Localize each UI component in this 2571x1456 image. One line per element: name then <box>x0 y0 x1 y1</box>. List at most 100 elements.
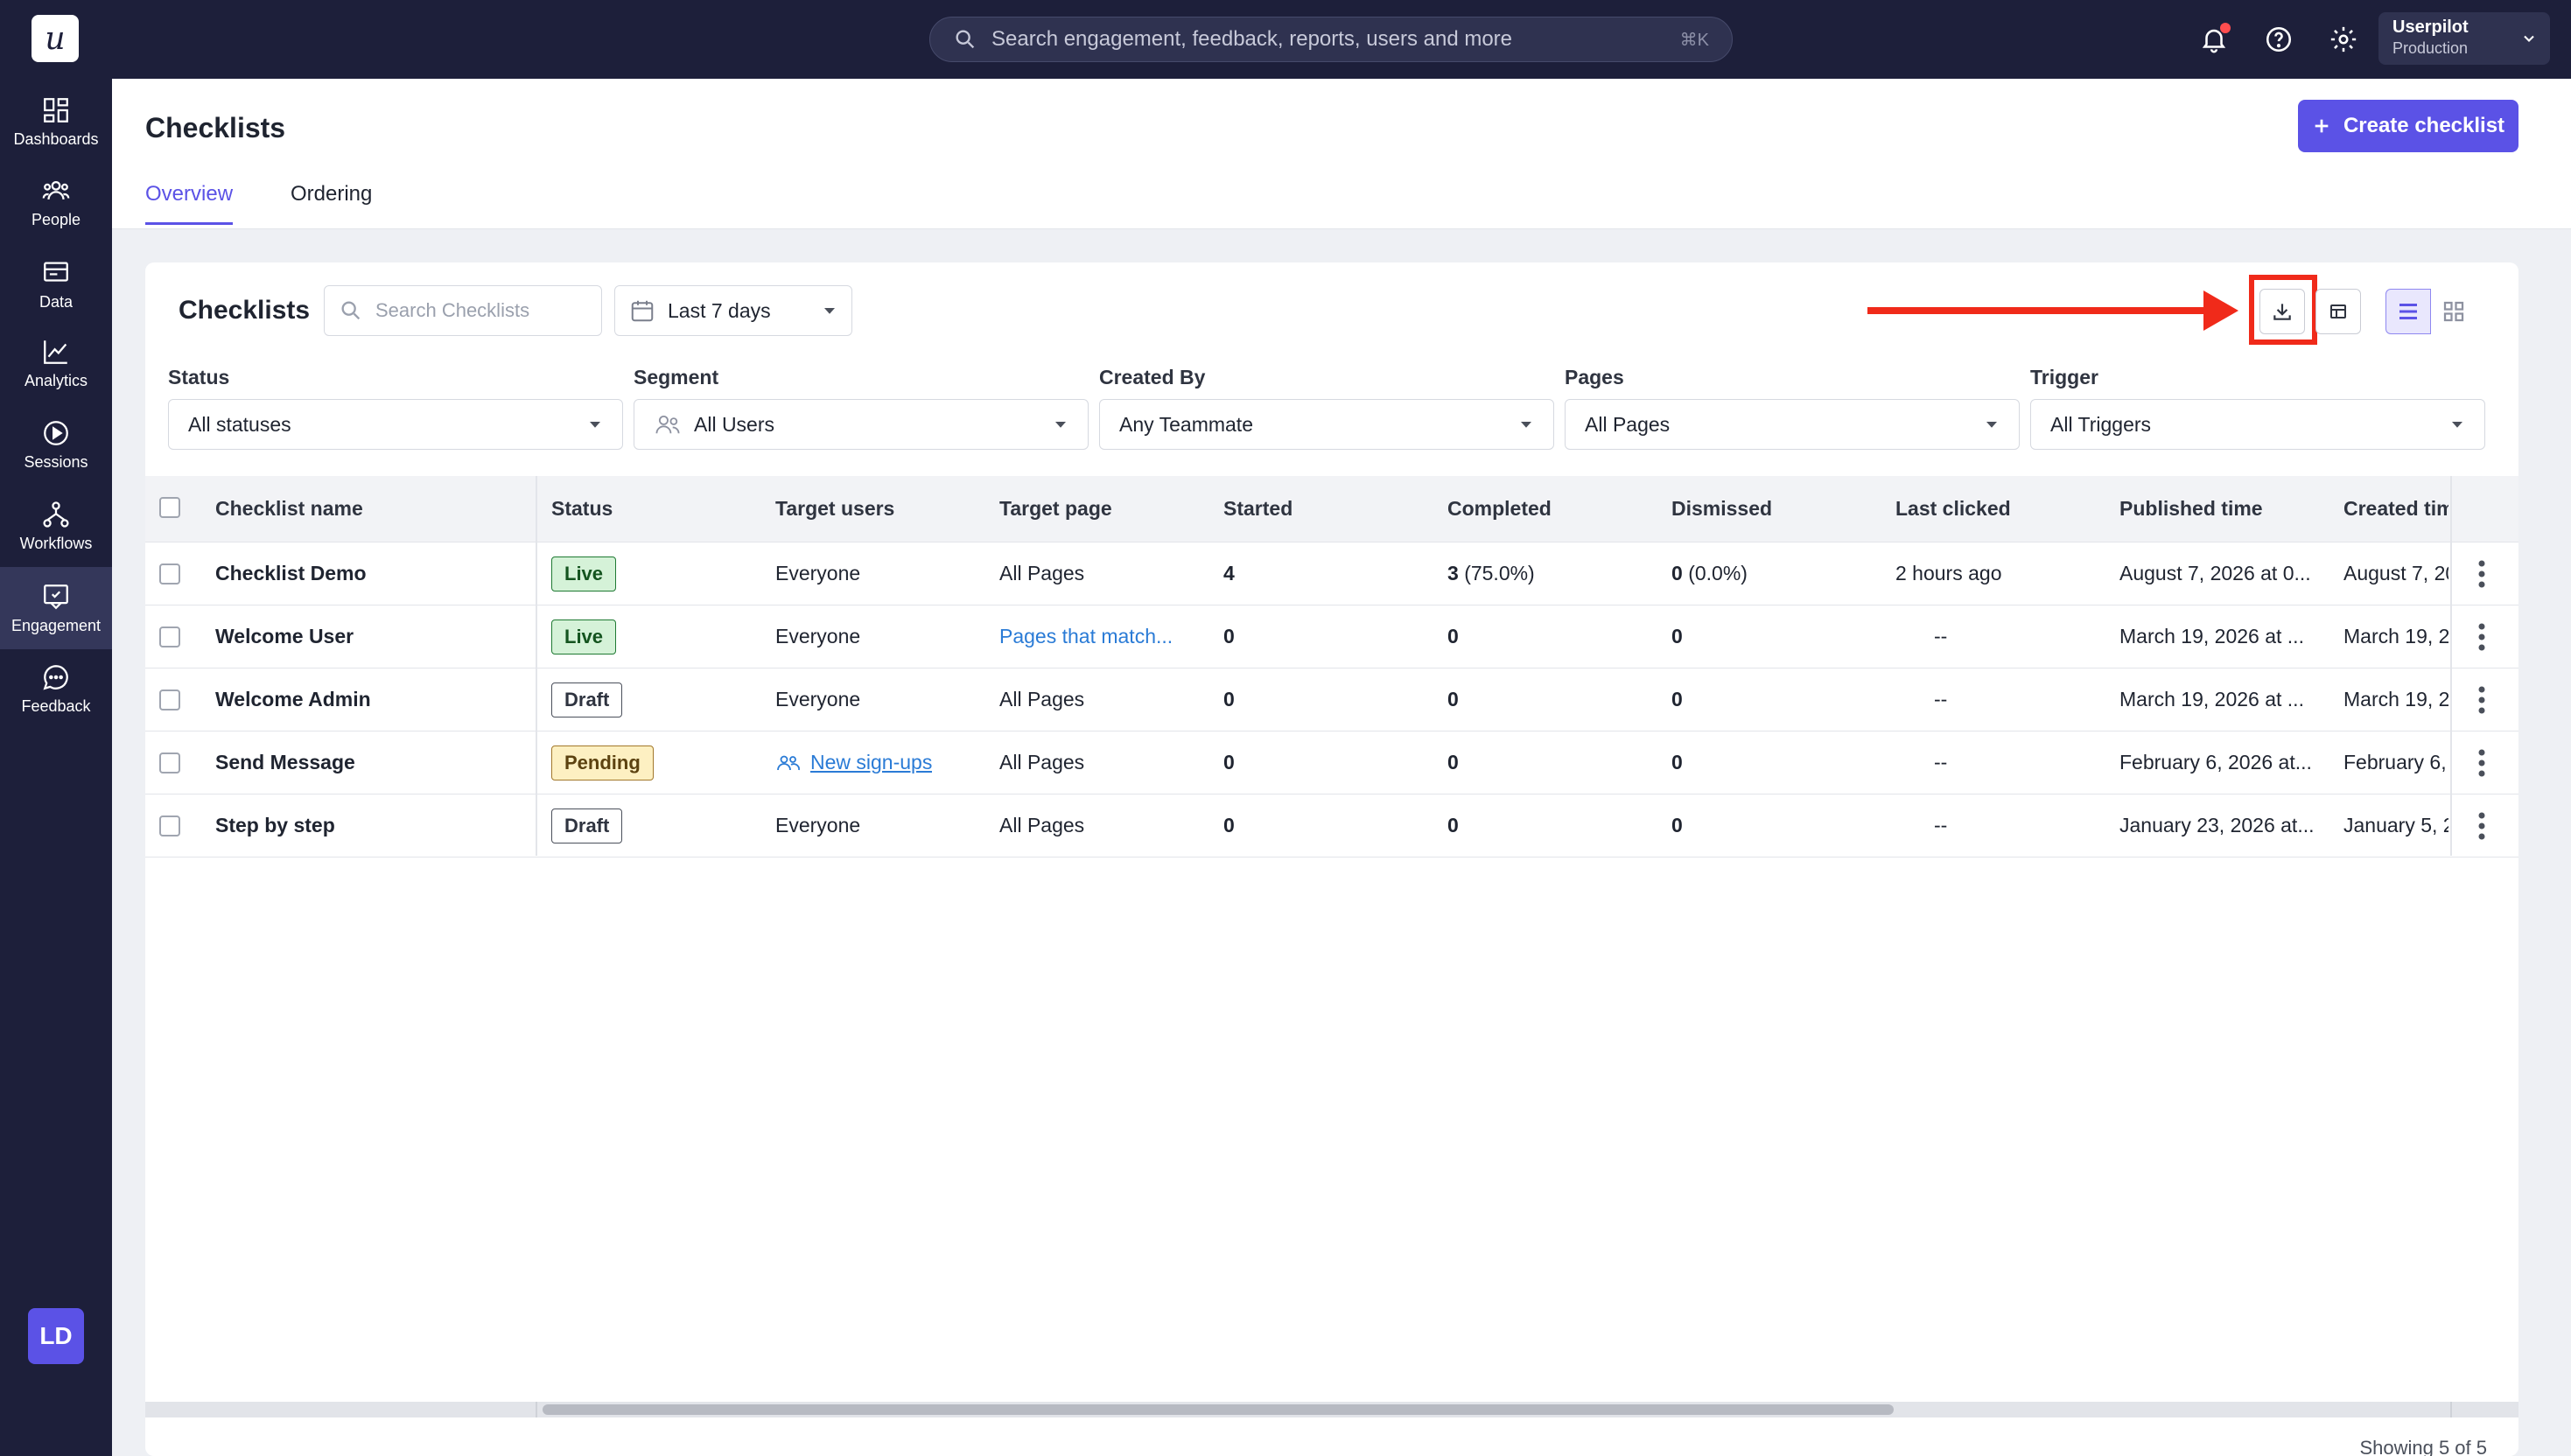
checklist-name[interactable]: Checklist Demo <box>215 562 367 585</box>
status-badge: Draft <box>551 808 623 844</box>
table-row[interactable]: Welcome User Live Everyone Pages that ma… <box>145 606 2518 668</box>
sidebar-item-label: People <box>31 210 81 228</box>
table-row[interactable]: Checklist Demo Live Everyone All Pages 4… <box>145 542 2518 606</box>
sidebar-item-label: Engagement <box>11 616 102 634</box>
sidebar-item-data[interactable]: Data <box>0 247 112 322</box>
create-checklist-button[interactable]: Create checklist <box>2298 100 2518 152</box>
created-by-filter-select[interactable]: Any Teammate <box>1099 399 1554 450</box>
segment-link[interactable]: New sign-ups <box>810 751 932 774</box>
started-count: 0 <box>1223 751 1235 774</box>
row-checkbox[interactable] <box>159 752 180 774</box>
target-page-link[interactable]: Pages that match... <box>999 625 1192 648</box>
column-header-status[interactable]: Status <box>551 497 613 521</box>
search-icon <box>956 30 975 49</box>
checklist-name[interactable]: Step by step <box>215 814 335 837</box>
export-download-button[interactable] <box>2259 289 2305 334</box>
column-header-name[interactable]: Checklist name <box>215 497 363 521</box>
grid-icon <box>2443 301 2464 322</box>
column-header-target-page[interactable]: Target page <box>999 497 1112 521</box>
published-time: March 19, 2026 at ... <box>2119 688 2304 710</box>
status-filter-select[interactable]: All statuses <box>168 399 623 450</box>
sidebar-item-label: Feedback <box>21 696 91 715</box>
filter-label-created-by: Created By <box>1099 366 1206 388</box>
column-header-published-time[interactable]: Published time <box>2119 497 2263 521</box>
userpilot-logo[interactable]: u <box>32 15 79 62</box>
grid-view-toggle[interactable] <box>2431 289 2476 334</box>
status-badge: Live <box>551 556 617 592</box>
create-checklist-label: Create checklist <box>2343 114 2505 137</box>
columns-button[interactable] <box>2315 289 2361 334</box>
target-page: All Pages <box>999 751 1085 774</box>
sidebar-item-dashboards[interactable]: Dashboards <box>0 84 112 159</box>
help-icon <box>2266 26 2292 52</box>
global-search-input[interactable]: Search engagement, feedback, reports, us… <box>929 17 1733 62</box>
help-button[interactable] <box>2260 21 2297 58</box>
column-header-target-users[interactable]: Target users <box>775 497 894 521</box>
column-header-last-clicked[interactable]: Last clicked <box>1895 497 2011 521</box>
created-time: March 19, 2 <box>2343 688 2448 710</box>
page-header: Checklists Create checklist Overview Ord… <box>112 79 2571 229</box>
top-bar: u Search engagement, feedback, reports, … <box>0 0 2571 79</box>
more-options-icon[interactable] <box>2476 558 2487 590</box>
calendar-icon <box>631 300 654 322</box>
column-header-created-time[interactable]: Created tim <box>2343 497 2448 521</box>
sidebar-item-workflows[interactable]: Workflows <box>0 488 112 564</box>
notifications-button[interactable] <box>2196 21 2232 58</box>
sidebar-item-sessions[interactable]: Sessions <box>0 407 112 482</box>
tab-ordering[interactable]: Ordering <box>291 182 372 222</box>
filter-label-segment: Segment <box>634 366 719 388</box>
sidebar: Dashboards People Data Analytics Session… <box>0 79 112 1456</box>
account-name: Userpilot <box>2392 18 2469 37</box>
checklists-card: Checklists Search Checklists Last 7 days… <box>145 262 2518 1456</box>
column-header-started[interactable]: Started <box>1223 497 1293 521</box>
search-shortcut: ⌘K <box>1679 30 1709 50</box>
more-options-icon[interactable] <box>2476 684 2487 716</box>
row-checkbox[interactable] <box>159 564 180 584</box>
segment-filter-select[interactable]: All Users <box>634 399 1089 450</box>
sidebar-item-feedback[interactable]: Feedback <box>0 651 112 726</box>
created-time: March 19, 2 <box>2343 625 2448 648</box>
dismissed-count: 0 (0.0%) <box>1671 562 1748 585</box>
list-view-toggle[interactable] <box>2385 289 2431 334</box>
column-header-dismissed[interactable]: Dismissed <box>1671 497 1772 521</box>
row-checkbox[interactable] <box>159 816 180 836</box>
more-options-icon[interactable] <box>2476 747 2487 779</box>
date-range-select[interactable]: Last 7 days <box>614 285 852 336</box>
dismissed-value: 0 <box>1671 562 1683 584</box>
more-options-icon[interactable] <box>2476 810 2487 842</box>
table-row[interactable]: Welcome Admin Draft Everyone All Pages 0… <box>145 668 2518 732</box>
select-all-checkbox[interactable] <box>159 497 180 518</box>
sidebar-item-label: Analytics <box>24 371 88 389</box>
column-header-completed[interactable]: Completed <box>1447 497 1552 521</box>
sidebar-item-label: Sessions <box>24 452 88 471</box>
checklist-name[interactable]: Welcome User <box>215 625 354 648</box>
pages-filter-select[interactable]: All Pages <box>1565 399 2020 450</box>
published-time: August 7, 2026 at 0... <box>2119 562 2311 584</box>
sessions-icon <box>44 420 68 445</box>
feedback-icon <box>43 664 68 690</box>
sidebar-item-analytics[interactable]: Analytics <box>0 326 112 401</box>
row-checkbox[interactable] <box>159 626 180 648</box>
more-options-icon[interactable] <box>2476 621 2487 653</box>
target-users-segment[interactable]: New sign-ups <box>775 751 932 774</box>
table-row[interactable]: Step by step Draft Everyone All Pages 0 … <box>145 794 2518 858</box>
pinned-column-divider <box>536 476 537 856</box>
published-time: February 6, 2026 at... <box>2119 751 2312 774</box>
tab-overview[interactable]: Overview <box>145 182 234 225</box>
checklist-name[interactable]: Welcome Admin <box>215 688 371 711</box>
checklist-name[interactable]: Send Message <box>215 751 355 774</box>
caret-down-icon <box>1986 422 1997 428</box>
horizontal-scrollbar-thumb[interactable] <box>543 1404 1894 1415</box>
sidebar-item-people[interactable]: People <box>0 164 112 240</box>
settings-button[interactable] <box>2325 21 2362 58</box>
table-row[interactable]: Send Message Pending New sign-ups All Pa… <box>145 732 2518 794</box>
sidebar-item-engagement[interactable]: Engagement <box>0 567 112 649</box>
status-badge: Live <box>551 620 617 654</box>
row-checkbox[interactable] <box>159 690 180 710</box>
checklist-search-input[interactable]: Search Checklists <box>324 285 602 336</box>
account-switcher[interactable]: Userpilot Production <box>2378 12 2550 65</box>
last-clicked: -- <box>1934 625 1948 648</box>
trigger-filter-select[interactable]: All Triggers <box>2030 399 2485 450</box>
avatar[interactable]: LD <box>28 1308 84 1364</box>
download-icon <box>2273 304 2291 320</box>
